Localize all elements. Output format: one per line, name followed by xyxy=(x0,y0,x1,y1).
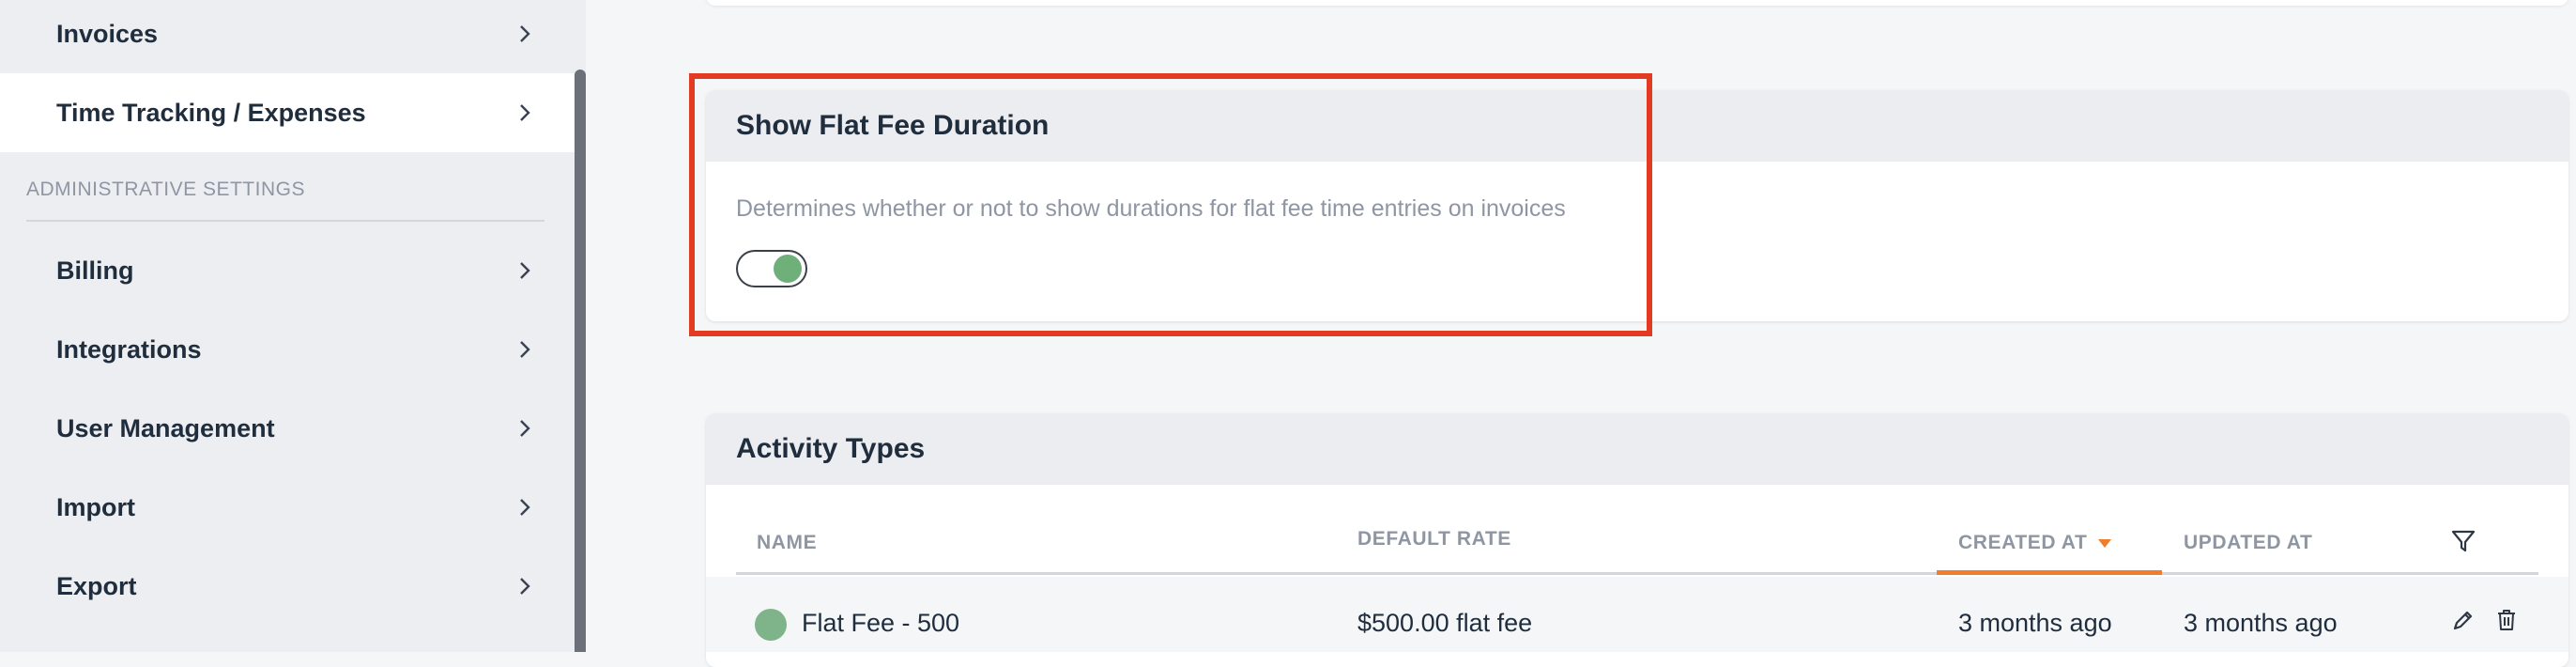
table-header-divider xyxy=(736,572,2538,575)
column-header-default-rate[interactable]: DEFAULT RATE xyxy=(1357,528,1511,551)
toggle-knob xyxy=(774,255,802,283)
sidebar-item-billing[interactable]: Billing xyxy=(0,231,575,310)
sidebar-item-user-management[interactable]: User Management xyxy=(0,389,575,468)
card-title: Show Flat Fee Duration xyxy=(736,110,1050,141)
column-header-label: CREATED AT xyxy=(1958,532,2088,553)
sort-descending-icon xyxy=(2098,538,2112,548)
filter-icon[interactable] xyxy=(2450,528,2476,554)
chevron-right-icon xyxy=(514,260,535,281)
sidebar-item-invoices[interactable]: Invoices xyxy=(0,0,575,73)
flat-fee-duration-card: Show Flat Fee Duration Determines whethe… xyxy=(706,90,2568,321)
sidebar-item-import[interactable]: Import xyxy=(0,468,575,547)
sorted-column-indicator xyxy=(1937,570,2162,575)
flat-fee-duration-toggle[interactable] xyxy=(736,250,807,287)
cell-name: Flat Fee - 500 xyxy=(802,609,960,637)
column-header-updated-at[interactable]: UPDATED AT xyxy=(2184,532,2312,554)
sidebar-item-label: Import xyxy=(56,492,135,521)
column-header-created-at[interactable]: CREATED AT xyxy=(1958,532,2112,554)
delete-trash-icon[interactable] xyxy=(2493,607,2520,633)
chevron-right-icon xyxy=(514,418,535,439)
edit-pencil-icon[interactable] xyxy=(2450,607,2476,633)
chevron-right-icon xyxy=(514,23,535,44)
sidebar-item-label: User Management xyxy=(56,413,275,442)
sidebar-item-label: Invoices xyxy=(56,19,159,48)
sidebar-item-label: Billing xyxy=(56,256,134,285)
sidebar-item-time-tracking-expenses[interactable]: Time Tracking / Expenses xyxy=(0,73,575,152)
cell-updated-at: 3 months ago xyxy=(2184,609,2338,637)
settings-sidebar: Invoices Time Tracking / Expenses ADMINI… xyxy=(0,0,575,652)
previous-settings-card xyxy=(706,0,2568,6)
card-header: Show Flat Fee Duration xyxy=(706,90,2568,162)
sidebar-item-label: Export xyxy=(56,571,137,600)
sidebar-item-integrations[interactable]: Integrations xyxy=(0,310,575,389)
activity-color-dot xyxy=(755,609,787,641)
column-header-name[interactable]: NAME xyxy=(757,532,817,554)
chevron-right-icon xyxy=(514,339,535,360)
section-header-administrative-settings: ADMINISTRATIVE SETTINGS xyxy=(26,178,544,222)
cell-default-rate: $500.00 flat fee xyxy=(1357,609,1533,637)
chevron-right-icon xyxy=(514,576,535,597)
chevron-right-icon xyxy=(514,497,535,518)
sidebar-scrollbar-thumb[interactable] xyxy=(575,70,586,652)
card-description: Determines whether or not to show durati… xyxy=(736,195,1566,222)
chevron-right-icon xyxy=(514,102,535,123)
sidebar-item-label: Time Tracking / Expenses xyxy=(56,98,366,127)
card-header: Activity Types xyxy=(706,413,2568,485)
card-title: Activity Types xyxy=(736,433,926,464)
cell-created-at: 3 months ago xyxy=(1958,609,2112,637)
sidebar-item-export[interactable]: Export xyxy=(0,547,575,626)
sidebar-item-label: Integrations xyxy=(56,334,202,364)
